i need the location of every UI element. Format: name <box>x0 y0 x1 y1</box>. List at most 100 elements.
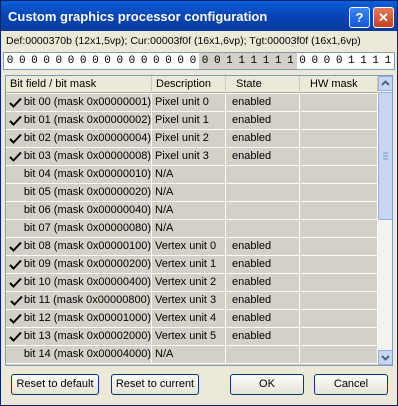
state-cell: enabled <box>226 148 300 165</box>
checkmark-icon[interactable] <box>9 94 23 111</box>
list-row[interactable]: bit 04 (mask 0x00000010) N/A <box>6 166 378 184</box>
vertical-scrollbar[interactable] <box>378 76 392 365</box>
close-button[interactable]: ✕ <box>373 7 394 28</box>
ok-button[interactable]: OK <box>230 374 304 395</box>
hw-mask-cell <box>300 364 378 365</box>
description-cell: N/A <box>152 364 226 365</box>
scroll-up-button[interactable] <box>378 76 392 91</box>
bit-cell: 0 <box>177 55 185 67</box>
state-cell: enabled <box>226 292 300 309</box>
bit-cell: 0 <box>6 55 14 67</box>
bit-cell: 0 <box>140 55 148 67</box>
state-cell: enabled <box>226 94 300 111</box>
bit-cell: 1 <box>284 53 297 69</box>
description-cell: Vertex unit 2 <box>152 274 226 291</box>
checkmark-icon[interactable] <box>9 274 23 291</box>
bit-field-label: bit 04 (mask 0x00000010) <box>23 168 151 180</box>
close-icon: ✕ <box>378 10 389 25</box>
list-row[interactable]: bit 10 (mask 0x00000400) Vertex unit 2 ena… <box>6 274 378 292</box>
bit-cell: 0 <box>128 55 136 67</box>
scroll-thumb[interactable] <box>378 92 392 220</box>
checkbox-empty[interactable] <box>9 184 23 201</box>
bit-field-cell: bit 11 (mask 0x00000800) <box>6 292 152 309</box>
hw-mask-cell <box>300 256 378 273</box>
bit-field-cell: bit 01 (mask 0x00000002) <box>6 112 152 129</box>
checkmark-icon[interactable] <box>9 310 23 327</box>
bit-string: 00000000000000000011111100001111 <box>3 52 395 70</box>
description-cell: Vertex unit 4 <box>152 310 226 327</box>
bit-cell: 0 <box>43 55 50 67</box>
title-bar[interactable]: Custom graphics processor configuration … <box>1 1 397 31</box>
state-cell: enabled <box>226 112 300 129</box>
chevron-up-icon <box>381 80 390 86</box>
list-row[interactable]: bit 14 (mask 0x00004000) N/A <box>6 346 378 364</box>
column-header-bit-field[interactable]: Bit field / bit mask <box>6 76 152 93</box>
list-row[interactable]: bit 03 (mask 0x00000008) Pixel unit 3 enab… <box>6 148 378 166</box>
checkbox-empty[interactable] <box>9 202 23 219</box>
list-row[interactable]: bit 15 (mask 0x00008000)N/A <box>6 364 378 365</box>
bit-field-cell: bit 05 (mask 0x00000020) <box>6 184 152 201</box>
description-cell: Pixel unit 2 <box>152 130 226 147</box>
checkmark-icon[interactable] <box>9 130 23 147</box>
checkmark-icon[interactable] <box>9 148 23 165</box>
bit-field-label: bit 01 (mask 0x00000002) <box>23 114 151 126</box>
list-row[interactable]: bit 00 (mask 0x00000001) Pixel unit 0 enab… <box>6 94 378 112</box>
list-row[interactable]: bit 11 (mask 0x00000800) Vertex unit 3 ena… <box>6 292 378 310</box>
hw-mask-cell <box>300 274 378 291</box>
bit-field-label: bit 09 (mask 0x00000200) <box>23 258 151 270</box>
column-header-description[interactable]: Description <box>152 76 226 93</box>
bit-field-cell: bit 09 (mask 0x00000200) <box>6 256 152 273</box>
list-rows: bit 00 (mask 0x00000001) Pixel unit 0 enab… <box>6 94 378 365</box>
question-icon: ? <box>355 10 364 25</box>
checkmark-icon[interactable] <box>9 256 23 273</box>
bit-field-label: bit 00 (mask 0x00000001) <box>23 96 151 108</box>
scroll-down-button[interactable] <box>378 350 392 365</box>
bit-field-label: bit 02 (mask 0x00000004) <box>23 132 151 144</box>
state-cell: enabled <box>226 238 300 255</box>
list-row[interactable]: bit 13 (mask 0x00002000) Vertex unit 5 ena… <box>6 328 378 346</box>
bit-field-label: bit 07 (mask 0x00000080) <box>23 222 151 234</box>
list-row[interactable]: bit 12 (mask 0x00001000) Vertex unit 4 ena… <box>6 310 378 328</box>
bit-field-label: bit 13 (mask 0x00002000) <box>23 330 151 342</box>
list-row[interactable]: bit 01 (mask 0x00000002) Pixel unit 1 enab… <box>6 112 378 130</box>
description-cell: N/A <box>152 202 226 219</box>
list-header: Bit field / bit mask Description State H… <box>6 76 378 93</box>
help-button[interactable]: ? <box>349 7 370 28</box>
column-header-state[interactable]: State <box>226 76 300 93</box>
checkmark-icon[interactable] <box>9 292 23 309</box>
bit-cell: 1 <box>259 53 273 69</box>
bit-cell: 1 <box>247 53 260 69</box>
reset-to-current-button[interactable]: Reset to current <box>111 374 199 395</box>
list-row[interactable]: bit 08 (mask 0x00000100) Vertex unit 0 ena… <box>6 238 378 256</box>
checkbox-empty[interactable] <box>9 220 23 237</box>
checkbox-empty[interactable] <box>9 346 23 363</box>
hw-mask-cell <box>300 130 378 147</box>
state-cell <box>226 166 300 183</box>
list-row[interactable]: bit 06 (mask 0x00000040) N/A <box>6 202 378 220</box>
bit-field-cell: bit 03 (mask 0x00000008) <box>6 148 152 165</box>
description-cell: N/A <box>152 220 226 237</box>
checkmark-icon[interactable] <box>9 238 23 255</box>
state-cell: enabled <box>226 310 300 327</box>
reset-to-default-button[interactable]: Reset to default <box>11 374 99 395</box>
description-cell: Vertex unit 3 <box>152 292 226 309</box>
list-row[interactable]: bit 07 (mask 0x00000080) N/A <box>6 220 378 238</box>
state-cell <box>226 184 300 201</box>
column-header-hw-mask[interactable]: HW mask <box>300 76 378 93</box>
hw-mask-cell <box>300 310 378 327</box>
hw-mask-cell <box>300 238 378 255</box>
bit-list: Bit field / bit mask Description State H… <box>5 75 393 366</box>
list-row[interactable]: bit 05 (mask 0x00000020) N/A <box>6 184 378 202</box>
checkmark-icon[interactable] <box>9 328 23 345</box>
bit-field-cell: bit 08 (mask 0x00000100) <box>6 238 152 255</box>
bit-field-label: bit 12 (mask 0x00001000) <box>23 312 151 324</box>
bit-cell: 1 <box>372 55 380 67</box>
list-row[interactable]: bit 02 (mask 0x00000004) Pixel unit 2 enab… <box>6 130 378 148</box>
checkbox-empty[interactable] <box>9 364 23 365</box>
cancel-button[interactable]: Cancel <box>314 374 388 395</box>
list-row[interactable]: bit 09 (mask 0x00000200) Vertex unit 1 ena… <box>6 256 378 274</box>
checkmark-icon[interactable] <box>9 112 23 129</box>
bit-field-cell: bit 07 (mask 0x00000080) <box>6 220 152 237</box>
bit-field-cell: bit 10 (mask 0x00000400) <box>6 274 152 291</box>
checkbox-empty[interactable] <box>9 166 23 183</box>
